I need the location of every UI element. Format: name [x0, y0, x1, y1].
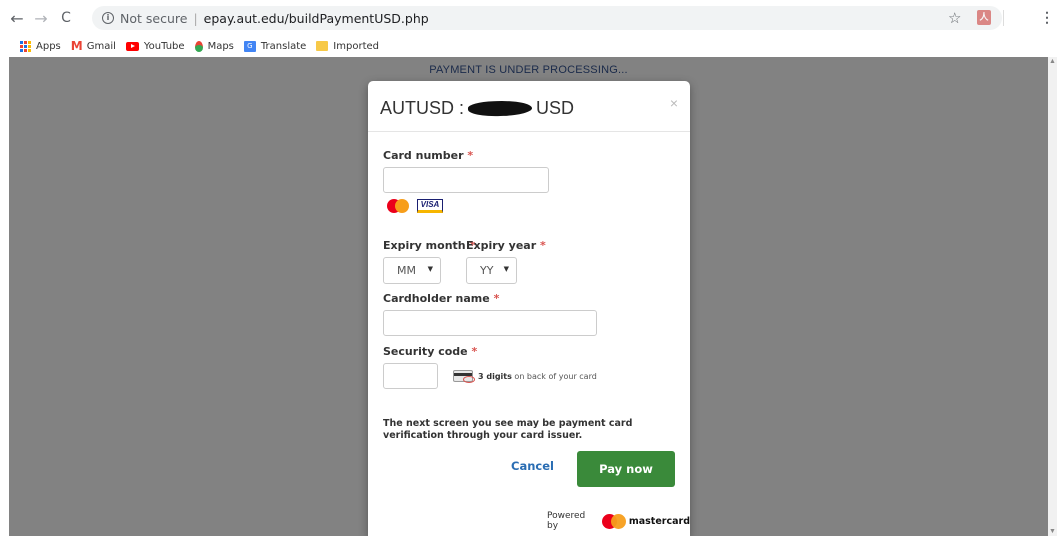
- apps-grid-icon: [20, 40, 31, 52]
- required-mark: *: [467, 149, 474, 162]
- toolbar-divider: [1003, 10, 1004, 26]
- back-arrow-icon[interactable]: ←: [6, 7, 28, 29]
- powered-by-text: Powered by: [547, 511, 586, 531]
- card-number-input[interactable]: [383, 167, 549, 193]
- expiry-year-label: Expiry year *: [466, 239, 546, 252]
- omnibox-divider: |: [193, 10, 198, 26]
- close-icon[interactable]: ×: [670, 95, 678, 111]
- security-label: Not secure: [120, 10, 188, 26]
- scroll-down-arrow-icon[interactable]: ▼: [1049, 528, 1056, 535]
- processing-status: PAYMENT IS UNDER PROCESSING...: [429, 64, 628, 76]
- bookmarks-bar: Apps M Gmail YouTube Maps G Translate Im…: [0, 36, 1057, 56]
- chevron-down-icon: ▼: [503, 265, 509, 273]
- reload-icon[interactable]: C: [55, 7, 77, 29]
- acrobat-extension-icon[interactable]: 人: [977, 10, 991, 25]
- card-back-cvv-icon: [453, 370, 475, 383]
- title-prefix: AUTUSD :: [380, 98, 465, 118]
- mastercard-logo: [387, 199, 409, 213]
- browser-toolbar: ← → C i Not secure | epay.aut.edu/buildP…: [0, 0, 1057, 36]
- mastercard-logo: [602, 513, 627, 529]
- expiry-year-select[interactable]: YY ▼: [466, 257, 517, 284]
- visa-logo: VISA: [417, 199, 443, 213]
- bookmark-label: Gmail: [86, 40, 116, 52]
- youtube-icon: [125, 41, 139, 51]
- forward-arrow-icon[interactable]: →: [30, 7, 52, 29]
- modal-title: AUTUSD : USD: [380, 98, 690, 119]
- security-code-input[interactable]: [383, 363, 438, 389]
- bookmark-label: Imported: [333, 40, 379, 52]
- required-mark: *: [493, 292, 500, 305]
- bookmark-maps[interactable]: Maps: [194, 40, 234, 52]
- bookmark-label: Translate: [260, 40, 307, 52]
- required-mark: *: [540, 239, 546, 252]
- menu-kebab-icon[interactable]: ⋮: [1040, 9, 1054, 26]
- cancel-button[interactable]: Cancel: [511, 459, 554, 473]
- expiry-month-label: Expiry month *: [383, 239, 476, 252]
- bookmark-apps[interactable]: Apps: [20, 40, 61, 52]
- bookmark-imported[interactable]: Imported: [316, 41, 379, 52]
- url-text[interactable]: epay.aut.edu/buildPaymentUSD.php: [204, 11, 429, 26]
- payment-modal: AUTUSD : USD × Card number * VISA Expiry…: [368, 81, 690, 536]
- security-code-label: Security code *: [383, 345, 478, 358]
- redacted-amount: [467, 99, 533, 118]
- folder-icon: [316, 41, 329, 51]
- powered-by-footer: Powered by mastercard: [547, 511, 690, 531]
- bookmark-youtube[interactable]: YouTube: [125, 40, 185, 52]
- bookmark-label: Maps: [207, 40, 234, 52]
- card-number-label: Card number *: [383, 149, 474, 162]
- page-scrollbar[interactable]: ▲ ▼: [1048, 57, 1057, 536]
- translate-icon: G: [243, 40, 256, 52]
- verification-notice: The next screen you see may be payment c…: [383, 418, 633, 441]
- bookmark-label: YouTube: [143, 40, 185, 52]
- chevron-down-icon: ▼: [427, 265, 433, 273]
- expiry-month-select[interactable]: MM ▼: [383, 257, 441, 284]
- bookmark-translate[interactable]: G Translate: [243, 40, 307, 52]
- cardholder-name-input[interactable]: [383, 310, 597, 336]
- maps-pin-icon: [194, 40, 203, 52]
- required-mark: *: [471, 345, 478, 358]
- address-bar[interactable]: i Not secure | epay.aut.edu/buildPayment…: [92, 6, 1002, 30]
- cardholder-name-label: Cardholder name *: [383, 292, 500, 305]
- scroll-up-arrow-icon[interactable]: ▲: [1049, 58, 1056, 65]
- info-icon[interactable]: i: [102, 12, 114, 24]
- mastercard-wordmark: mastercard: [628, 515, 690, 527]
- card-brand-logos: VISA: [383, 198, 443, 214]
- title-currency: USD: [536, 98, 575, 118]
- pay-now-button[interactable]: Pay now: [577, 451, 675, 487]
- gmail-icon: M: [70, 39, 83, 53]
- bookmark-label: Apps: [36, 40, 61, 52]
- modal-header: AUTUSD : USD ×: [368, 81, 690, 132]
- bookmark-gmail[interactable]: M Gmail: [71, 39, 116, 53]
- security-code-hint: 3 digits on back of your card: [478, 372, 597, 381]
- star-icon[interactable]: ☆: [948, 9, 961, 27]
